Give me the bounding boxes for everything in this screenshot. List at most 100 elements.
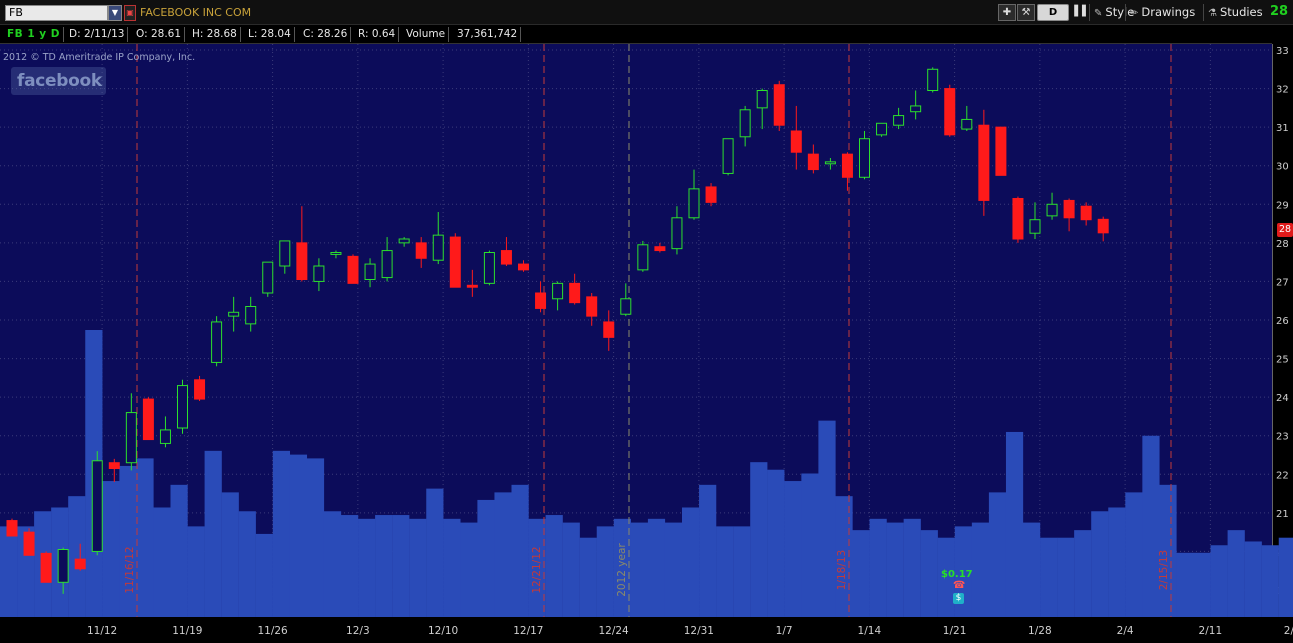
studies-icon: ⚗ <box>1208 8 1217 19</box>
time-tick-label: 11/26 <box>257 625 288 637</box>
candle-body-up <box>671 217 683 250</box>
volume-bar <box>1023 522 1041 617</box>
volume-bar <box>647 518 666 617</box>
info-volume: 37,361,742 <box>454 27 522 42</box>
drawings-menu[interactable]: ✏ Drawings <box>1125 4 1195 21</box>
candle-body-down <box>415 242 427 259</box>
volume-bar <box>920 530 938 617</box>
volume-bar <box>272 450 290 617</box>
volume-bar <box>1125 492 1143 617</box>
volume-bar <box>682 507 700 617</box>
volume-bar <box>903 518 921 617</box>
volume-bar <box>255 533 273 617</box>
candle-body-up <box>245 306 257 325</box>
volume-bar <box>289 454 308 617</box>
candle-body-up <box>432 234 444 261</box>
volume-bar <box>392 515 410 617</box>
symbol-input[interactable]: FB <box>5 5 108 21</box>
price-tick-label: 33 <box>1276 46 1289 57</box>
volume-bar <box>204 450 222 617</box>
candle-body-down <box>194 379 206 400</box>
volume-bar <box>750 462 768 617</box>
price-tick-label: 21 <box>1276 509 1289 520</box>
event-marker-label: 11/16/12 <box>124 546 136 593</box>
volume-bar <box>221 492 239 617</box>
candle-body-down <box>500 250 512 265</box>
candle-body-down <box>654 246 666 252</box>
volume-bar <box>375 515 393 617</box>
current-price-badge: 28 <box>1277 223 1293 237</box>
style-icon: ✎ <box>1094 8 1103 19</box>
candle-body-up <box>739 109 751 138</box>
quote-info-bar: FB 1 y D D: 2/11/13 O: 28.61 H: 28.68 L:… <box>0 25 1272 44</box>
candle-body-down <box>1097 218 1109 234</box>
price-chart[interactable]: 19202122232425262728293031323311/1211/19… <box>0 44 1293 643</box>
volume-bar <box>443 518 461 617</box>
candle-body-up <box>313 265 325 282</box>
wrench-icon[interactable]: ⚒ <box>1017 4 1035 21</box>
candle-body-up <box>91 460 103 552</box>
candle-body-down <box>773 84 785 126</box>
candle-body-up <box>961 118 973 130</box>
price-tick-label: 25 <box>1276 355 1289 366</box>
volume-bar <box>1108 507 1126 617</box>
volume-bar <box>102 481 120 617</box>
volume-bar <box>1142 435 1160 617</box>
volume-bar <box>818 420 836 617</box>
volume-bar <box>886 522 904 617</box>
candle-body-down <box>23 531 35 556</box>
candle-body-down <box>978 124 990 201</box>
company-name: FACEBOOK INC COM <box>140 6 252 19</box>
candle-body-up <box>262 261 274 294</box>
info-close: C: 28.26 <box>300 27 352 42</box>
candle-body-down <box>841 153 853 178</box>
volume-bar <box>170 484 188 617</box>
volume-bar <box>153 507 171 617</box>
candle-body-down <box>586 296 598 317</box>
candle-body-down <box>569 282 581 304</box>
earnings-label[interactable]: $0.17 <box>941 569 973 580</box>
candle-body-down <box>705 186 717 203</box>
candle-body-up <box>927 68 939 91</box>
dollar-icon[interactable]: $ <box>953 593 964 604</box>
candle-body-down <box>449 236 461 288</box>
volume-bar <box>426 488 444 617</box>
candle-body-up <box>637 244 649 271</box>
studies-menu[interactable]: ⚗ Studies <box>1203 4 1263 21</box>
link-color-icon[interactable]: ▣ <box>124 5 136 21</box>
pencil-icon: ✏ <box>1130 8 1139 19</box>
price-tick-label: 28 <box>1276 239 1289 250</box>
candle-body-down <box>40 552 52 583</box>
volume-bar <box>1227 530 1245 617</box>
symbol-dropdown-icon[interactable]: ▼ <box>108 5 122 21</box>
phone-icon[interactable]: ☎ <box>953 580 965 591</box>
volume-bar <box>562 522 580 617</box>
drawings-label: Drawings <box>1141 5 1196 19</box>
volume-bar <box>1074 530 1092 617</box>
volume-bar <box>1210 545 1228 617</box>
time-tick-label: 12/31 <box>684 625 714 637</box>
volume-bar <box>630 522 649 617</box>
crosshair-tool-icon[interactable]: ✚ <box>998 4 1016 21</box>
info-low: L: 28.04 <box>245 27 295 42</box>
info-high: H: 28.68 <box>189 27 241 42</box>
candle-body-up <box>483 252 495 284</box>
period-button[interactable]: D <box>1037 4 1069 21</box>
volume-bar <box>1005 431 1024 617</box>
candle-body-down <box>995 126 1007 176</box>
candle-body-up <box>893 115 905 126</box>
last-price: 28 <box>1270 4 1289 19</box>
candle-body-down <box>1012 198 1024 240</box>
candle-body-down <box>6 520 18 537</box>
volume-bar <box>869 518 887 617</box>
volume-bar <box>596 526 614 617</box>
candle-body-up <box>1029 219 1041 234</box>
candle-body-up <box>279 240 291 267</box>
price-tick-label: 32 <box>1276 85 1289 96</box>
volume-bar <box>971 522 990 617</box>
volume-bar <box>1278 537 1293 617</box>
candle-body-up <box>364 263 376 280</box>
candle-body-down <box>1080 205 1092 221</box>
time-tick-label: 1/28 <box>1028 625 1052 637</box>
candle-body-up <box>177 385 188 429</box>
